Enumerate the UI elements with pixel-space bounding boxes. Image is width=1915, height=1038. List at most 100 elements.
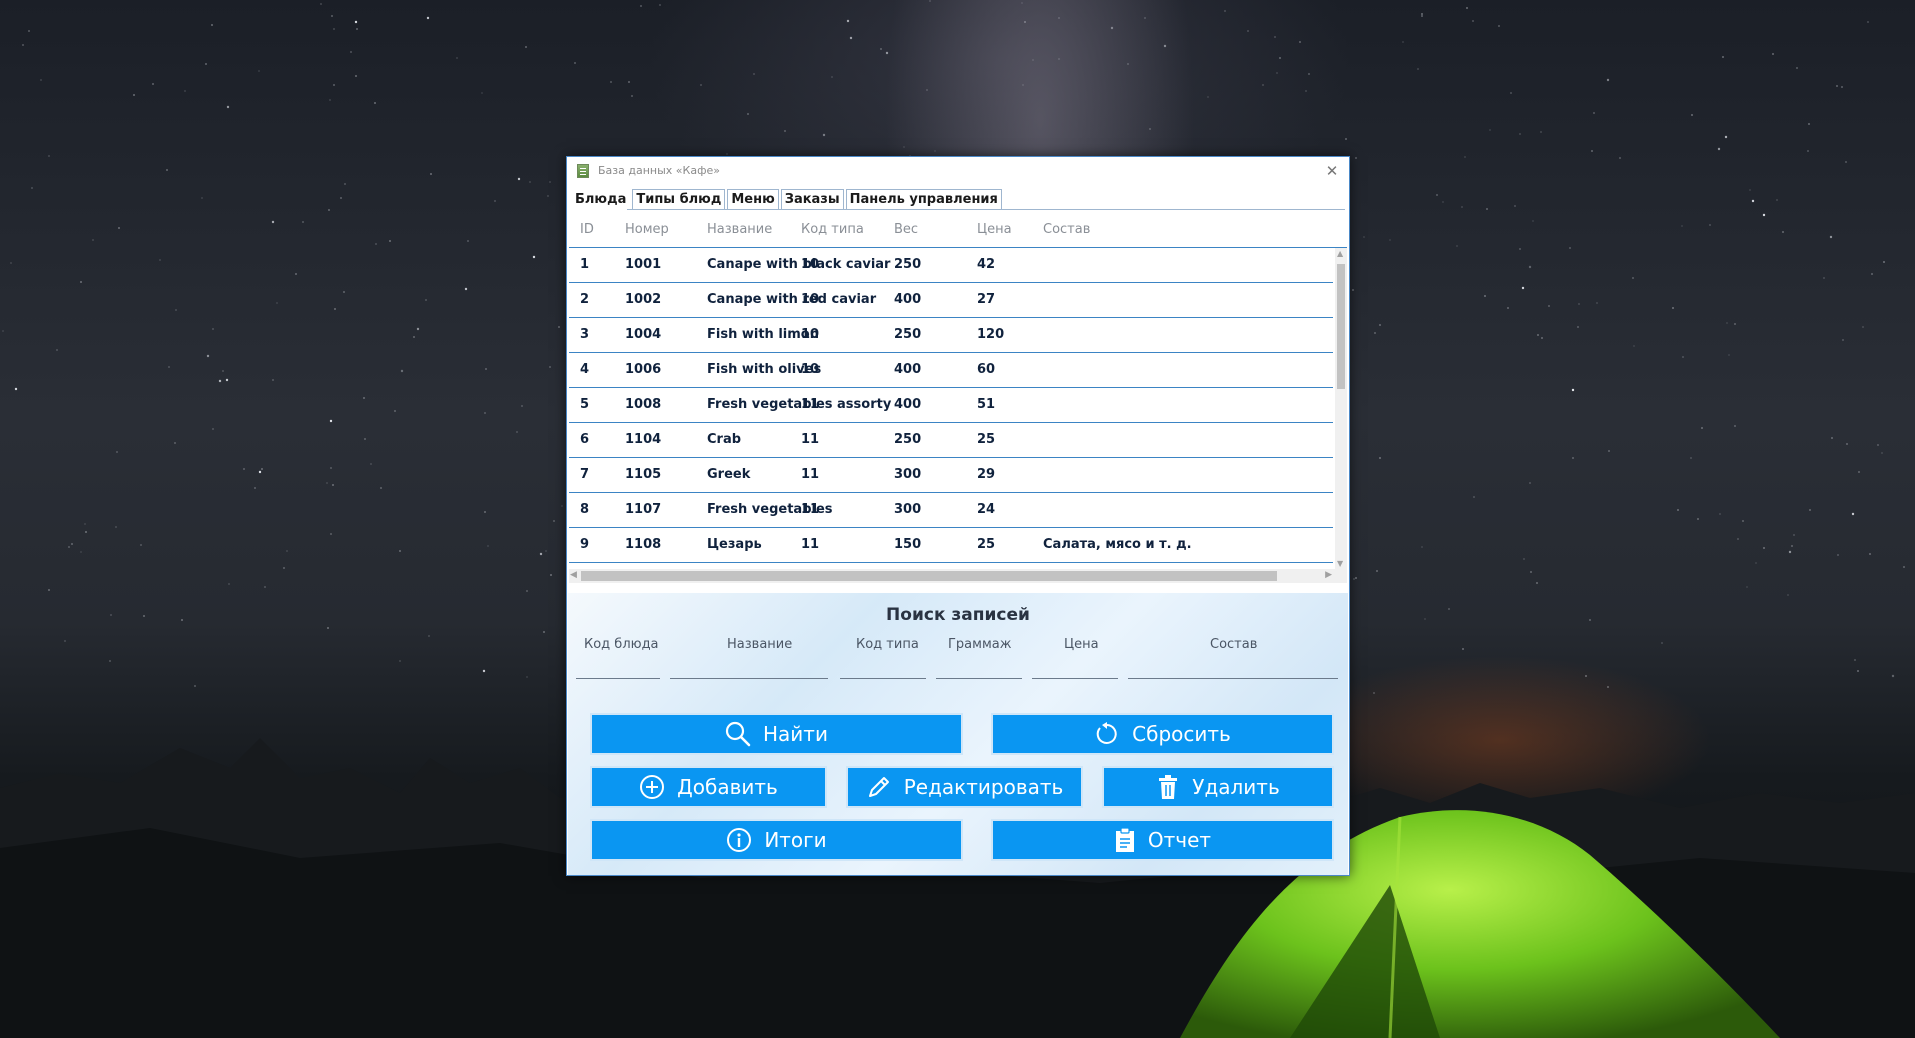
cell-type-code: 11 — [801, 432, 820, 447]
cell-type-code: 11 — [801, 397, 820, 412]
cell-number: 1004 — [625, 327, 662, 342]
tab-dishes[interactable]: Блюда — [571, 189, 631, 210]
cell-number: 1104 — [625, 432, 662, 447]
reset-button[interactable]: Сбросить — [991, 713, 1334, 755]
field-label-name: Название — [727, 637, 793, 652]
scroll-right-arrow-icon[interactable]: ▶ — [1325, 570, 1332, 580]
table-row[interactable]: 7 1105 Greek 11 300 29 — [569, 458, 1333, 493]
table-row[interactable]: 4 1006 Fish with olives 10 400 60 — [569, 353, 1333, 388]
cell-price: 29 — [977, 467, 996, 482]
underline-type-code — [840, 677, 926, 679]
tab-dish-types[interactable]: Типы блюд — [632, 189, 726, 210]
vertical-scrollbar[interactable]: ▲ ▼ — [1335, 248, 1347, 569]
delete-button-label: Удалить — [1192, 775, 1280, 799]
column-header-id[interactable]: ID — [580, 222, 594, 237]
cell-number: 1001 — [625, 257, 662, 272]
cell-id: 3 — [580, 327, 590, 342]
scrollbar-corner — [1333, 569, 1347, 583]
cell-type-code: 10 — [801, 362, 820, 377]
cell-price: 25 — [977, 537, 996, 552]
app-window: База данных «Кафе» ✕ Блюда Типы блюд Мен… — [566, 156, 1350, 876]
cell-id: 2 — [580, 292, 590, 307]
window-title: База данных «Кафе» — [598, 164, 720, 177]
cell-type-code: 11 — [801, 537, 820, 552]
table-row[interactable]: 2 1002 Canape with red caviar 10 400 27 — [569, 283, 1333, 318]
database-app-icon — [577, 164, 589, 178]
search-panel: Поиск записей Код блюда Название Код тип… — [568, 593, 1348, 875]
cell-price: 51 — [977, 397, 996, 412]
search-icon — [725, 721, 751, 747]
find-button[interactable]: Найти — [590, 713, 963, 755]
table-row[interactable]: 5 1008 Fresh vegetables assorty 11 400 51 — [569, 388, 1333, 423]
cell-id: 6 — [580, 432, 590, 447]
cell-price: 27 — [977, 292, 996, 307]
cell-weight: 400 — [894, 292, 922, 307]
edit-button-label: Редактировать — [903, 775, 1064, 799]
field-label-grammage: Граммаж — [948, 637, 1012, 652]
column-header-name[interactable]: Название — [707, 222, 772, 237]
cell-type-code: 10 — [801, 257, 820, 272]
cell-price: 24 — [977, 502, 996, 517]
totals-button[interactable]: Итоги — [590, 819, 963, 861]
cell-number: 1008 — [625, 397, 662, 412]
table-header: ID Номер Название Код типа Вес Цена Сост… — [569, 211, 1347, 248]
cell-number: 1002 — [625, 292, 662, 307]
cell-name: Fresh vegetables assorty — [707, 397, 892, 412]
column-header-number[interactable]: Номер — [625, 222, 669, 237]
cell-price: 120 — [977, 327, 1005, 342]
report-button[interactable]: Отчет — [991, 819, 1334, 861]
cell-weight: 300 — [894, 502, 922, 517]
report-button-label: Отчет — [1147, 828, 1212, 852]
delete-button[interactable]: Удалить — [1102, 766, 1334, 808]
scroll-up-arrow-icon[interactable]: ▲ — [1337, 249, 1343, 258]
tab-menu[interactable]: Меню — [727, 189, 779, 210]
cell-price: 42 — [977, 257, 996, 272]
tab-strip: Блюда Типы блюд Меню Заказы Панель управ… — [571, 189, 1004, 210]
cell-weight: 250 — [894, 327, 922, 342]
tab-control-panel[interactable]: Панель управления — [845, 189, 1002, 210]
tab-orders[interactable]: Заказы — [780, 189, 844, 210]
scroll-down-arrow-icon[interactable]: ▼ — [1337, 559, 1343, 568]
vertical-scroll-thumb[interactable] — [1337, 264, 1345, 389]
cell-id: 5 — [580, 397, 590, 412]
field-label-composition: Состав — [1210, 637, 1258, 652]
dishes-table: ID Номер Название Код типа Вес Цена Сост… — [569, 211, 1347, 591]
find-button-label: Найти — [763, 722, 828, 746]
field-label-type-code: Код типа — [856, 637, 919, 652]
title-bar[interactable]: База данных «Кафе» ✕ — [567, 157, 1349, 185]
underline-dish-code — [576, 677, 660, 679]
column-header-price[interactable]: Цена — [977, 222, 1012, 237]
underline-name — [670, 677, 828, 679]
table-row[interactable]: 8 1107 Fresh vegetables 11 300 24 — [569, 493, 1333, 528]
cell-name: Canape with black caviar — [707, 257, 891, 272]
table-row[interactable]: 3 1004 Fish with limon 10 250 120 — [569, 318, 1333, 353]
underline-grammage — [936, 677, 1022, 679]
edit-button[interactable]: Редактировать — [846, 766, 1083, 808]
cell-price: 25 — [977, 432, 996, 447]
table-row[interactable]: 6 1104 Crab 11 250 25 — [569, 423, 1333, 458]
cell-weight: 400 — [894, 397, 922, 412]
cell-name: Greek — [707, 467, 751, 482]
close-button[interactable]: ✕ — [1319, 159, 1345, 183]
search-panel-title: Поиск записей — [886, 605, 1030, 625]
add-button[interactable]: Добавить — [590, 766, 827, 808]
horizontal-scroll-thumb[interactable] — [581, 571, 1277, 581]
cell-id: 7 — [580, 467, 590, 482]
field-label-price: Цена — [1064, 637, 1099, 652]
table-row[interactable]: 9 1108 Цезарь 11 150 25 Салата, мясо и т. д. — [569, 528, 1333, 563]
cell-id: 9 — [580, 537, 590, 552]
column-header-composition[interactable]: Состав — [1043, 222, 1090, 237]
underline-price — [1032, 677, 1118, 679]
pencil-icon — [866, 774, 892, 800]
column-header-type-code[interactable]: Код типа — [801, 222, 864, 237]
column-header-weight[interactable]: Вес — [894, 222, 918, 237]
trash-icon — [1156, 774, 1180, 800]
horizontal-scrollbar[interactable]: ◀ ▶ — [569, 569, 1333, 583]
cell-type-code: 10 — [801, 292, 820, 307]
cell-number: 1108 — [625, 537, 662, 552]
scroll-left-arrow-icon[interactable]: ◀ — [570, 570, 577, 580]
table-row[interactable]: 1 1001 Canape with black caviar 10 250 42 — [569, 248, 1333, 283]
cell-weight: 400 — [894, 362, 922, 377]
reset-arrow-icon — [1094, 721, 1120, 747]
cell-type-code: 11 — [801, 467, 820, 482]
